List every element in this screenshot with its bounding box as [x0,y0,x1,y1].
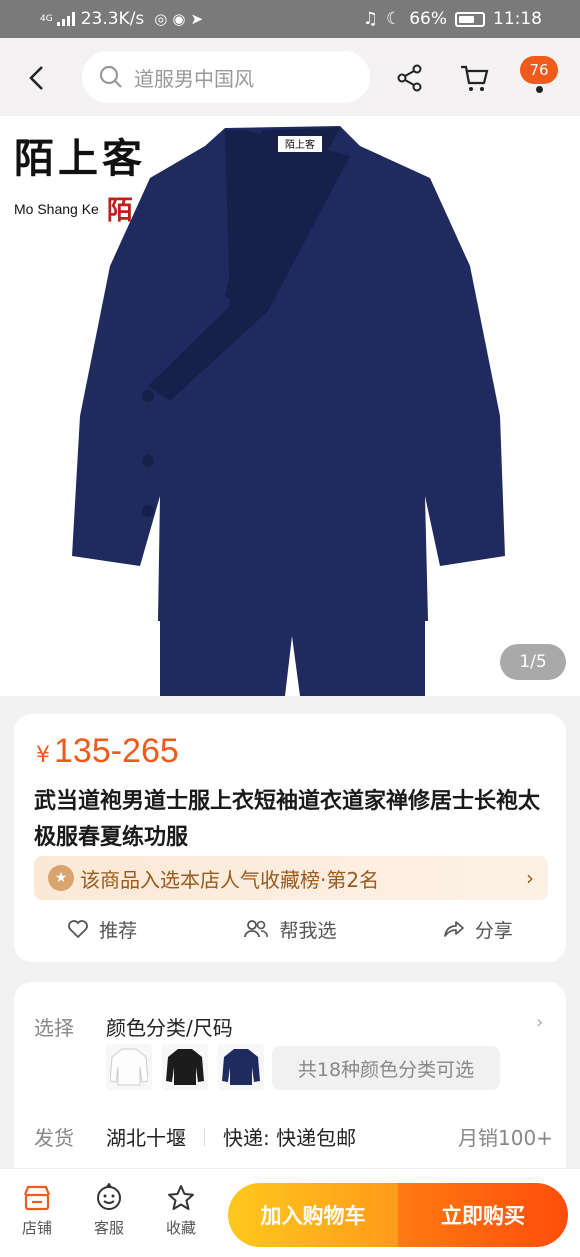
customer-service-icon [97,1183,121,1210]
people-icon [244,920,269,938]
ranking-text: 该商品入选本店人气收藏榜·第2名 [80,867,380,892]
favorite-tab[interactable]: 收藏 [156,1183,206,1238]
cart-icon [461,65,489,91]
notification-icons: ◎ ◉ ➤ [154,10,203,28]
app-icon: ◉ [172,10,186,28]
color-option-navy[interactable] [218,1044,264,1090]
moon-icon: ☾ [385,9,402,29]
search-icon [99,65,122,88]
medal-icon: ★ [48,865,74,891]
ranking-banner[interactable]: ★ 该商品入选本店人气收藏榜·第2名 › [34,856,548,900]
network-speed: 23.3K/s [80,9,145,29]
white-robe-thumbnail [110,1048,148,1086]
divider [204,1127,205,1146]
color-option-white[interactable] [106,1044,152,1090]
currency-symbol: ¥ [36,743,50,768]
svg-text:陌上客: 陌上客 [285,138,315,151]
store-label: 店铺 [21,1219,52,1237]
ship-from: 湖北十堰 [106,1126,186,1150]
black-robe-thumbnail [166,1049,204,1085]
headset-icon: ♫ [362,9,378,29]
add-to-cart-button[interactable]: 加入购物车 [228,1183,398,1247]
chevron-right-icon[interactable]: › [536,1012,543,1033]
price-range: 135-265 [54,732,179,770]
more-dot-icon [536,86,543,93]
search-input[interactable]: 道服男中国风 [82,51,370,103]
product-title: 武当道袍男道士服上衣短袖道衣道家禅修居士长袍太极服春夏练功服 [34,789,541,850]
recommend-button[interactable]: 推荐 [67,916,137,943]
product-gallery[interactable]: 陌上客 陌上客 Mo Shang Ke 陌 1/5 [0,116,580,696]
telegram-icon: ➤ [190,10,204,28]
monthly-sales: 月销100+ [458,1126,553,1150]
battery-percent: 66% [409,9,447,29]
select-value[interactable]: 颜色分类/尺码 [106,1012,233,1041]
share-action-button[interactable]: 分享 [443,916,513,943]
more-colors-button[interactable]: 共18种颜色分类可选 [272,1046,500,1090]
share-label: 分享 [474,919,513,942]
help-choose-button[interactable]: 帮我选 [243,916,337,943]
color-option-black[interactable] [162,1044,208,1090]
spec-card: 选择 颜色分类/尺码 › 共18种颜色分类可选 发货 湖北十堰 快递: 快递包邮… [14,982,566,1182]
heart-icon [68,920,89,939]
back-button[interactable] [22,62,54,94]
top-nav: 道服男中国风 76 [0,38,580,116]
service-tab[interactable]: 客服 [84,1183,134,1238]
color-thumbnails [106,1044,264,1090]
image-counter: 1/5 [500,644,566,680]
signal-icon [56,12,75,26]
store-icon [23,1185,51,1211]
service-label: 客服 [93,1219,124,1237]
price: ¥ 135-265 [36,732,179,771]
shipping-info: 湖北十堰 快递: 快递包邮 [106,1122,356,1151]
cart-badge: 76 [520,56,558,84]
search-placeholder: 道服男中国风 [134,66,254,91]
bottom-action-bar: 店铺 客服 收藏 加入购物车 立即购买 [0,1168,580,1257]
action-row: 推荐 帮我选 分享 [14,912,566,946]
brand-seal: 陌 [106,196,133,226]
brand-name-en: Mo Shang Ke [14,200,99,217]
recommend-label: 推荐 [99,919,138,942]
app-icon: ◎ [154,10,168,28]
share-icon [397,64,422,92]
ship-label: 发货 [34,1126,74,1150]
clock: 11:18 [493,9,542,29]
star-icon [168,1185,194,1210]
network-type: 4G [40,13,53,24]
help-choose-label: 帮我选 [279,919,337,942]
cart-button[interactable] [458,62,490,94]
favorite-label: 收藏 [165,1219,196,1237]
brand-name-cn: 陌上客 [14,135,146,182]
product-info-card: ¥ 135-265 武当道袍男道士服上衣短袖道衣道家禅修居士长袍太极服春夏练功服… [14,714,566,962]
battery-icon [455,11,485,27]
status-bar: 4G 23.3K/s ◎ ◉ ➤ ♫ ☾ 66% 11:18 [0,0,580,38]
back-arrow-icon [29,66,43,90]
select-label: 选择 [34,1016,74,1040]
buy-now-button[interactable]: 立即购买 [398,1183,568,1247]
chevron-right-icon: › [526,866,534,890]
navy-robe-thumbnail [222,1049,260,1085]
store-tab[interactable]: 店铺 [12,1183,62,1238]
delivery-method: 快递: 快递包邮 [223,1126,357,1150]
share-arrow-icon [443,921,464,937]
brand-logo: 陌上客 Mo Shang Ke 陌 [14,126,146,227]
share-button[interactable] [395,63,425,93]
